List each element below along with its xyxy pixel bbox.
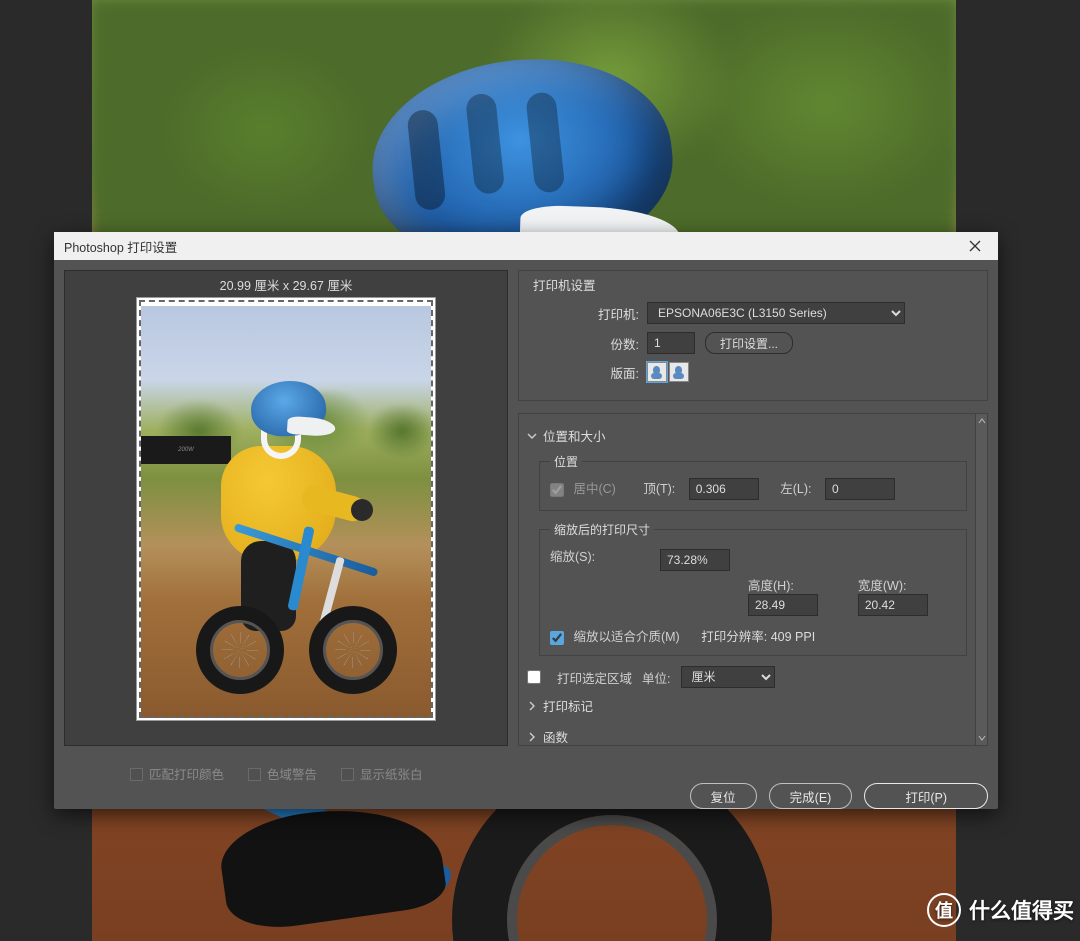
copies-input[interactable] [647, 332, 695, 354]
dialog-footer: 复位 完成(E) 打印(P) [54, 783, 998, 821]
unit-label: 单位: [642, 668, 670, 687]
scaled-legend: 缩放后的打印尺寸 [550, 521, 654, 538]
titlebar: Photoshop 打印设置 [54, 232, 998, 260]
settings-pane: 打印机设置 打印机: EPSONA06E3C (L3150 Series) 份数… [518, 270, 988, 746]
resolution-value: 409 PPI [771, 630, 815, 644]
chevron-right-icon [527, 732, 537, 742]
left-input [825, 478, 895, 500]
height-input [748, 594, 818, 616]
close-icon [969, 240, 981, 252]
height-label: 高度(H): [748, 579, 794, 593]
position-size-header[interactable]: 位置和大小 [527, 422, 967, 449]
print-settings-button[interactable]: 打印设置... [705, 332, 793, 354]
watermark-text: 什么值得买 [969, 895, 1074, 925]
close-button[interactable] [954, 232, 996, 260]
functions-header[interactable]: 函数 [527, 723, 967, 745]
width-label: 宽度(W): [858, 579, 907, 593]
watermark-badge-icon: 值 [927, 893, 961, 927]
scaled-size-fieldset: 缩放后的打印尺寸 缩放(S): 高度(H): [539, 521, 967, 656]
left-label: 左(L): [780, 482, 811, 496]
paper-white-check: 显示纸张白 [341, 764, 423, 783]
watermark: 值 什么值得买 [927, 893, 1074, 927]
preview-canvas[interactable]: 200W [136, 297, 436, 721]
width-input [858, 594, 928, 616]
top-label: 顶(T): [643, 482, 675, 496]
options-scroll-area: 位置和大小 位置 居中(C) 顶(T): 左(L): [518, 413, 988, 746]
resolution-label: 打印分辨率: [701, 630, 767, 644]
scale-input [660, 549, 730, 571]
scrollbar[interactable] [975, 414, 987, 745]
printer-select[interactable]: EPSONA06E3C (L3150 Series) [647, 302, 905, 324]
dialog-title: Photoshop 打印设置 [64, 237, 177, 256]
position-size-title: 位置和大小 [543, 426, 606, 445]
printer-settings-section: 打印机设置 打印机: EPSONA06E3C (L3150 Series) 份数… [518, 270, 988, 401]
reset-button[interactable]: 复位 [690, 783, 757, 809]
layout-landscape-icon[interactable] [669, 362, 689, 382]
gamut-warning-check: 色域警告 [248, 764, 317, 783]
printer-label: 打印机: [527, 304, 647, 323]
print-settings-dialog: Photoshop 打印设置 20.99 厘米 x 29.67 厘米 200W [54, 232, 998, 809]
scroll-up-icon[interactable] [976, 414, 988, 428]
match-print-colors-check: 匹配打印颜色 [130, 764, 224, 783]
print-preview-pane: 20.99 厘米 x 29.67 厘米 200W [64, 270, 508, 746]
print-selected-label: 打印选定区域 [557, 668, 632, 687]
scale-to-fit-checkbox[interactable] [550, 631, 564, 645]
print-selected-checkbox[interactable] [527, 670, 541, 684]
center-checkbox [550, 483, 564, 497]
scroll-down-icon[interactable] [976, 731, 988, 745]
top-input [689, 478, 759, 500]
layout-portrait-icon[interactable] [647, 362, 667, 382]
unit-select[interactable]: 厘米 [681, 666, 775, 688]
chevron-right-icon [527, 701, 537, 711]
print-marks-header[interactable]: 打印标记 [527, 692, 967, 719]
print-button[interactable]: 打印(P) [864, 783, 988, 809]
position-fieldset: 位置 居中(C) 顶(T): 左(L): [539, 453, 967, 511]
layout-label: 版面: [527, 363, 647, 382]
preview-dimensions: 20.99 厘米 x 29.67 厘米 [220, 271, 353, 297]
copies-label: 份数: [527, 334, 647, 353]
printer-section-title: 打印机设置 [527, 275, 979, 294]
position-size-accordion: 位置和大小 位置 居中(C) 顶(T): 左(L): [527, 422, 967, 688]
done-button[interactable]: 完成(E) [769, 783, 853, 809]
center-checkbox-label: 居中(C) [550, 482, 619, 496]
chevron-down-icon [527, 431, 537, 441]
preview-options: 匹配打印颜色 色域警告 显示纸张白 [54, 756, 998, 783]
position-legend: 位置 [550, 453, 582, 470]
scale-to-fit-label: 缩放以适合介质(M) [573, 630, 679, 644]
